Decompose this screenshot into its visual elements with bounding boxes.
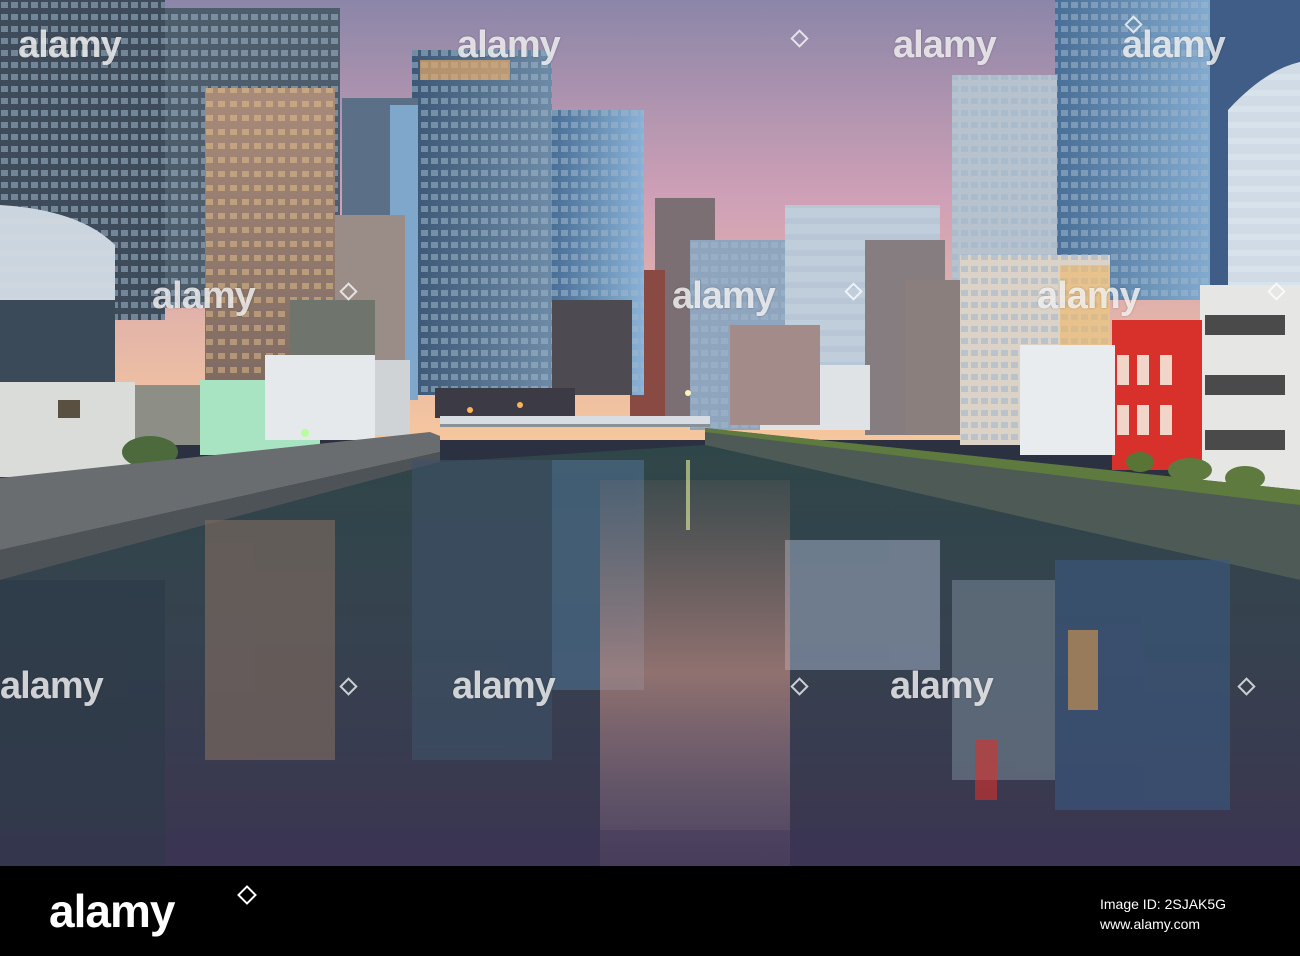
footer-bar: alamy 2SJAK5G Image ID: 2SJAK5G www.alam… [0, 866, 1300, 956]
stock-photo-page: alamy alamy alamy alamy alamy alamy alam… [0, 0, 1300, 956]
city-river-photo: alamy alamy alamy alamy alamy alamy alam… [0, 0, 1300, 866]
image-id-label: Image ID: 2SJAK5G [1100, 896, 1227, 912]
watermark-text: alamy [18, 24, 122, 66]
watermark-text: alamy [890, 665, 994, 707]
watermark-text: alamy [672, 275, 776, 317]
watermark-text: alamy [152, 275, 256, 317]
watermark-text: alamy [1037, 275, 1141, 317]
footer-logo[interactable]: alamy [49, 884, 175, 938]
photo-illustration [0, 0, 1300, 866]
watermark-text: alamy [457, 24, 561, 66]
watermark-text: alamy [1122, 24, 1226, 66]
watermark-text: alamy [0, 665, 104, 707]
watermark-text: alamy [452, 665, 556, 707]
footer-logo-diamond-icon [237, 885, 257, 905]
watermark-text: alamy [893, 24, 997, 66]
site-url-link[interactable]: www.alamy.com [1100, 916, 1200, 932]
